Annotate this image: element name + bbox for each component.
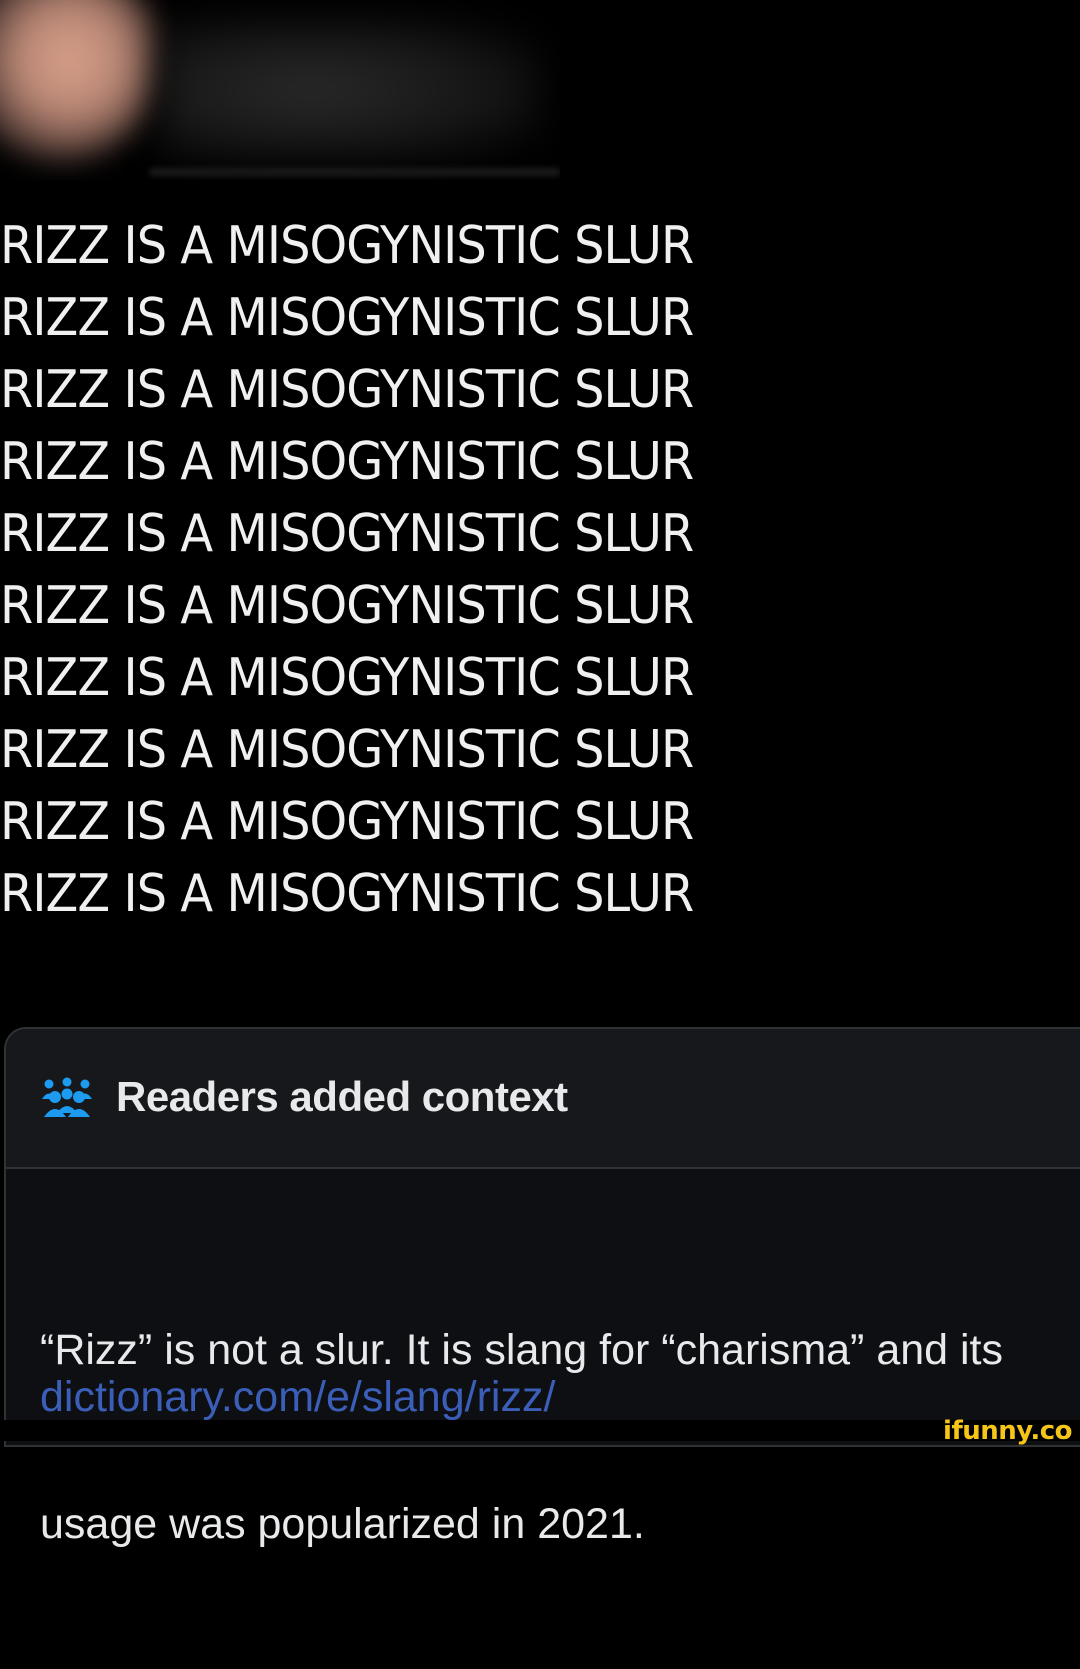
- post-line: RIZZ IS A MISOGYNISTIC SLUR: [0, 216, 694, 276]
- avatar[interactable]: [0, 0, 160, 160]
- people-icon: [42, 1077, 92, 1117]
- post-line: RIZZ IS A MISOGYNISTIC SLUR: [0, 864, 694, 924]
- post-line: RIZZ IS A MISOGYNISTIC SLUR: [0, 288, 694, 348]
- post-line: RIZZ IS A MISOGYNISTIC SLUR: [0, 360, 694, 420]
- blurred-profile-header: [0, 0, 560, 180]
- blurred-username: [160, 20, 540, 160]
- community-note-card: Readers added context “Rizz” is not a sl…: [4, 1027, 1080, 1548]
- community-note-header[interactable]: Readers added context: [6, 1029, 1080, 1169]
- post-line: RIZZ IS A MISOGYNISTIC SLUR: [0, 432, 694, 492]
- source-link[interactable]: dictionary.com/e/slang/rizz/: [40, 1373, 555, 1422]
- post-line: RIZZ IS A MISOGYNISTIC SLUR: [0, 792, 694, 852]
- post-line: RIZZ IS A MISOGYNISTIC SLUR: [0, 504, 694, 564]
- header-divider: [150, 168, 560, 176]
- bottom-bar: [0, 1420, 1080, 1441]
- community-note-title: Readers added context: [116, 1073, 568, 1120]
- note-body-line: “Rizz” is not a slur. It is slang for “c…: [40, 1326, 1004, 1374]
- ifunny-watermark: ifunny.co: [943, 1416, 1072, 1446]
- post-line: RIZZ IS A MISOGYNISTIC SLUR: [0, 720, 694, 780]
- note-body-line: usage was popularized in 2021.: [40, 1500, 645, 1548]
- post-line: RIZZ IS A MISOGYNISTIC SLUR: [0, 648, 694, 708]
- post-line: RIZZ IS A MISOGYNISTIC SLUR: [0, 576, 694, 636]
- post-text: RIZZ IS A MISOGYNISTIC SLUR RIZZ IS A MI…: [0, 210, 1060, 930]
